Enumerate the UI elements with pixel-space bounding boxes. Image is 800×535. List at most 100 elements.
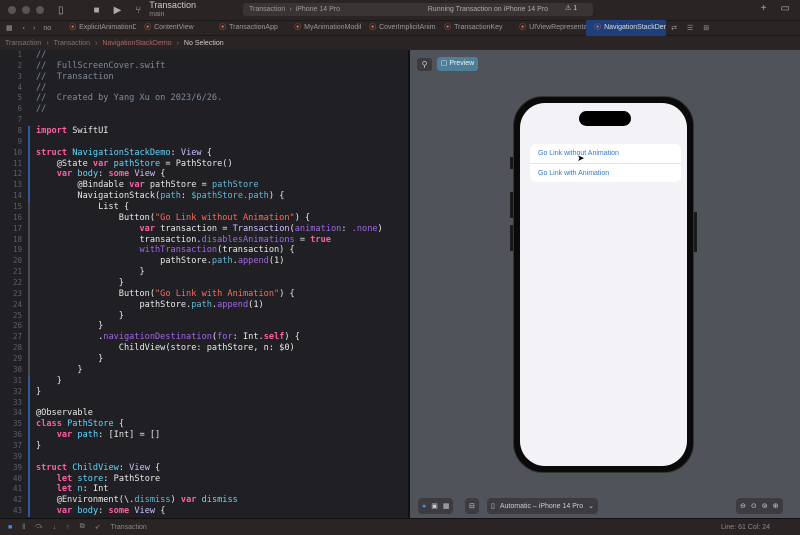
code-line[interactable]: 26 }	[0, 321, 408, 333]
step-out-icon[interactable]: ↑	[66, 524, 70, 531]
code-line[interactable]: 1 //	[0, 50, 408, 61]
zoom-out-icon[interactable]: ⊖	[740, 502, 746, 510]
step-in-icon[interactable]: ↓	[53, 524, 57, 531]
code-line[interactable]: 41 let n: Int	[0, 484, 408, 496]
code-line[interactable]: 16 Button("Go Link without Animation") {	[0, 212, 408, 224]
tab-file[interactable]: ⦿ TransactionKey	[436, 20, 511, 36]
related-items-icon[interactable]: ⇄	[666, 24, 682, 32]
grid-icon[interactable]: ▦	[0, 24, 19, 32]
tab-file[interactable]: ⦿ExplicitAnimationDemo	[61, 20, 136, 36]
code-line[interactable]: 40 let store: PathStore	[0, 473, 408, 485]
code-token: }	[36, 321, 104, 332]
go-link-with-animation-button[interactable]: Go Link with Animation	[530, 163, 681, 182]
code-line[interactable]: 4 //	[0, 83, 408, 94]
code-line[interactable]: 9	[0, 136, 408, 148]
code-editor[interactable]: 1 // 2 // FullScreenCover.swift 3 // Transact…	[0, 50, 408, 518]
code-line[interactable]: 13 @Bindable var pathStore = pathStore	[0, 180, 408, 192]
breadcrumb-folder[interactable]: Transaction	[54, 40, 90, 47]
code-line[interactable]: 31 }	[0, 375, 408, 387]
debug-view-icon[interactable]: ⧉	[80, 523, 85, 531]
code-line[interactable]: 10 struct NavigationStackDemo: View {	[0, 147, 408, 159]
code-line[interactable]: 39	[0, 451, 408, 463]
code-line[interactable]: 36 var path: [Int] = []	[0, 430, 408, 441]
code-line[interactable]: 37}	[0, 440, 408, 452]
inspector-toggle-icon[interactable]: ▭	[781, 3, 790, 14]
code-line[interactable]: 12 var body: some View {	[0, 169, 408, 181]
code-line[interactable]: 17 var transaction = Transaction(animati…	[0, 223, 408, 235]
zoom-fit-icon[interactable]: ⊚	[762, 502, 768, 510]
breadcrumb-selection[interactable]: No Selection	[184, 40, 224, 47]
line-number: 22	[12, 278, 22, 288]
preview-button[interactable]: ▢ Preview	[437, 57, 478, 71]
add-icon[interactable]: +	[761, 3, 767, 14]
editor-options-icon[interactable]: ☰	[682, 24, 698, 32]
variants-icon[interactable]: ▦	[443, 502, 450, 510]
code-line[interactable]: 32}	[0, 386, 408, 398]
code-line[interactable]: 34 @Observable	[0, 408, 408, 420]
code-token: NavigationStackDemo	[72, 147, 171, 158]
pin-icon[interactable]: ⚲	[417, 58, 432, 71]
tab-file[interactable]: ⦿ ContentView	[136, 20, 211, 36]
code-line[interactable]: 22 }	[0, 278, 408, 289]
forward-icon[interactable]: ›	[29, 25, 39, 32]
code-line[interactable]: 11 @State var pathStore = PathStore()	[0, 158, 408, 170]
code-line[interactable]: 20 pathStore.path.append(1)	[0, 256, 408, 268]
tab-file[interactable]: ⦿ TransactionApp	[211, 20, 286, 36]
code-line[interactable]: 43 var body: some View {	[0, 506, 408, 517]
code-line[interactable]: 29 }	[0, 354, 408, 365]
breadcrumb-project[interactable]: Transaction	[5, 40, 41, 47]
code-line[interactable]: 15 List {	[0, 202, 408, 213]
debug-toggle-icon[interactable]: ■	[8, 524, 12, 531]
code-line[interactable]: 24 pathStore.path.append(1)	[0, 299, 408, 311]
code-line[interactable]: 33	[0, 397, 408, 409]
code-line[interactable]: 23 Button("Go Link with Animation") {	[0, 288, 408, 300]
tab-file[interactable]: ⦿CoverImplicitAnimation	[361, 20, 436, 36]
code-line[interactable]: 19 withTransaction(transaction) {	[0, 245, 408, 257]
tab-file[interactable]: ⦿UIViewRepresentable	[511, 20, 586, 36]
code-line[interactable]: 39 struct ChildView: View {	[0, 462, 408, 474]
code-line[interactable]: 18 transaction.disablesAnimations = true	[0, 234, 408, 246]
code-line[interactable]: 2 // FullScreenCover.swift	[0, 61, 408, 72]
split-editor-icon[interactable]: ⊞	[698, 24, 714, 32]
tab-partial[interactable]: no	[39, 25, 61, 32]
code-line[interactable]: 14 NavigationStack(path: $pathStore.path…	[0, 191, 408, 203]
code-line[interactable]: 8 import SwiftUI	[0, 126, 408, 137]
close-window-button[interactable]	[8, 6, 16, 14]
code-line[interactable]: 3 // Transaction	[0, 72, 408, 83]
code-line[interactable]: 6 //	[0, 104, 408, 115]
line-number: 7	[17, 115, 22, 125]
zoom-in-icon[interactable]: ⊕	[773, 502, 779, 510]
zoom-actual-icon[interactable]: ⊙	[751, 502, 757, 510]
sidebar-toggle-icon[interactable]: ▯	[58, 5, 64, 16]
live-mode-icon[interactable]: ●	[422, 503, 426, 510]
selectable-mode-icon[interactable]: ▣	[431, 502, 438, 510]
run-icon[interactable]: ▶	[114, 5, 122, 16]
line-number: 32	[12, 386, 22, 396]
code-text: //	[36, 104, 46, 115]
tab-file[interactable]: ⦿ NavigationStackDem	[586, 20, 667, 36]
device-selector[interactable]: ▯ Automatic – iPhone 14 Pro ⌄	[487, 498, 599, 514]
warning-badge[interactable]: ⚠ 1	[565, 4, 577, 12]
breadcrumb-file[interactable]: NavigationStackDemo	[102, 40, 171, 47]
zoom-window-button[interactable]	[36, 6, 44, 14]
minimize-window-button[interactable]	[22, 6, 30, 14]
change-bar	[28, 419, 32, 431]
code-line[interactable]: 25 }	[0, 310, 408, 322]
code-line[interactable]: 30 }	[0, 364, 408, 376]
code-line[interactable]: 28 ChildView(store: pathStore, n: $0)	[0, 343, 408, 355]
go-link-without-animation-button[interactable]: Go Link without Animation	[530, 144, 681, 163]
stop-icon[interactable]: ■	[94, 5, 100, 16]
code-line[interactable]: 27 .navigationDestination(for: Int.self)…	[0, 332, 408, 344]
code-line[interactable]: 5 // Created by Yang Xu on 2023/6/26.	[0, 93, 408, 104]
location-icon[interactable]: ➶	[95, 523, 101, 531]
code-token: pathStore.	[36, 256, 212, 267]
code-line[interactable]: 35 class PathStore {	[0, 419, 408, 431]
code-line[interactable]: 21 }	[0, 267, 408, 279]
code-line[interactable]: 7	[0, 115, 408, 126]
code-line[interactable]: 42 @Environment(\.dismiss) var dismiss	[0, 495, 408, 507]
pause-icon[interactable]: ‖	[22, 524, 25, 531]
device-settings-button[interactable]: ⊟	[465, 498, 479, 514]
step-over-icon[interactable]: ⤼	[35, 523, 42, 531]
back-icon[interactable]: ‹	[19, 25, 29, 32]
tab-file[interactable]: ⦿MyAnimationModifier	[286, 20, 361, 36]
